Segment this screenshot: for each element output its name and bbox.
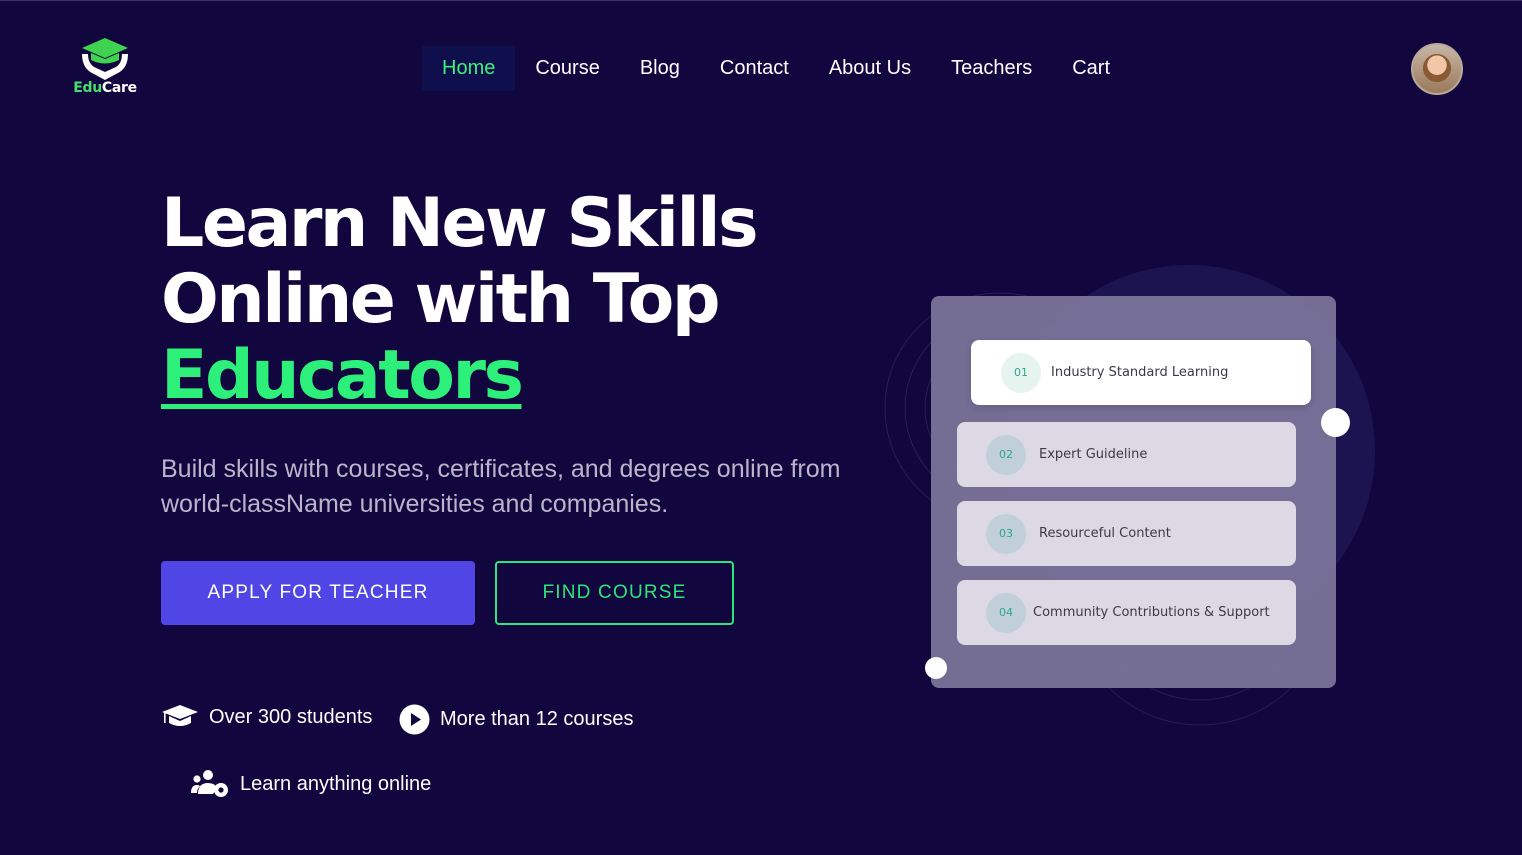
educare-logo[interactable]: EduCare bbox=[72, 36, 138, 100]
stat-courses: More than 12 courses bbox=[399, 704, 633, 735]
decorative-dot bbox=[925, 657, 947, 679]
stat-students: Over 300 students bbox=[161, 704, 372, 730]
feature-number: 02 bbox=[986, 434, 1026, 475]
nav-item-teachers[interactable]: Teachers bbox=[931, 46, 1052, 91]
feature-label: Expert Guideline bbox=[1039, 447, 1148, 462]
graduation-cap-icon bbox=[162, 705, 198, 726]
apply-for-teacher-button[interactable]: APPLY FOR TEACHER bbox=[161, 561, 475, 625]
stat-courses-label: More than 12 courses bbox=[440, 708, 634, 730]
feature-number: 03 bbox=[986, 513, 1026, 554]
graduation-hands-icon bbox=[82, 38, 128, 80]
hero-subtitle: Build skills with courses, certificates,… bbox=[161, 455, 841, 518]
feature-number: 01 bbox=[1001, 352, 1041, 393]
nav-item-home[interactable]: Home bbox=[422, 46, 516, 91]
feature-label: Resourceful Content bbox=[1039, 526, 1171, 541]
feature-number: 04 bbox=[986, 592, 1026, 633]
nav-item-contact[interactable]: Contact bbox=[700, 46, 809, 91]
feature-card: 02 Expert Guideline bbox=[957, 422, 1296, 487]
decorative-dot bbox=[1321, 408, 1350, 437]
stat-students-label: Over 300 students bbox=[209, 705, 373, 728]
stat-learn-online-label: Learn anything online bbox=[240, 772, 432, 795]
feature-card: 03 Resourceful Content bbox=[957, 501, 1296, 566]
users-cog-icon bbox=[191, 770, 228, 797]
nav-item-course[interactable]: Course bbox=[515, 46, 619, 91]
main-nav: Home Course Blog Contact About Us Teache… bbox=[422, 46, 1130, 91]
stat-learn-online: Learn anything online bbox=[190, 769, 431, 799]
hero-title: Learn New Skills Online with Top Educato… bbox=[161, 184, 759, 415]
feature-card: 01 Industry Standard Learning bbox=[971, 340, 1311, 405]
nav-item-about-us[interactable]: About Us bbox=[809, 46, 931, 91]
play-circle-icon bbox=[399, 704, 430, 735]
user-avatar[interactable] bbox=[1411, 43, 1463, 95]
feature-card: 04 Community Contributions & Support bbox=[957, 580, 1296, 645]
hero-title-line2: Online with Top bbox=[161, 260, 721, 339]
hero-title-highlight: Educators bbox=[161, 336, 524, 415]
feature-label: Industry Standard Learning bbox=[1051, 365, 1229, 380]
top-border bbox=[0, 0, 1522, 1]
logo-wordmark: EduCare bbox=[73, 80, 137, 96]
feature-label: Community Contributions & Support bbox=[1033, 605, 1270, 620]
hero-title-line1: Learn New Skills bbox=[161, 184, 759, 263]
nav-item-blog[interactable]: Blog bbox=[620, 46, 700, 91]
find-course-button[interactable]: FIND COURSE bbox=[495, 561, 734, 625]
nav-item-cart[interactable]: Cart bbox=[1052, 46, 1130, 91]
